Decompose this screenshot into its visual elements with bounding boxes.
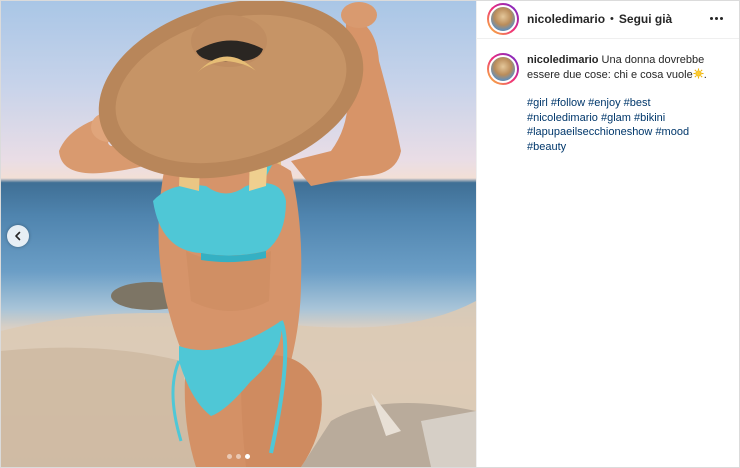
- carousel-dot-active: [245, 454, 250, 459]
- more-horizontal-icon: [710, 17, 713, 20]
- carousel-dot: [236, 454, 241, 459]
- avatar-image: [489, 55, 517, 83]
- carousel-dot: [227, 454, 232, 459]
- hashtag-link[interactable]: #bikini: [634, 112, 665, 124]
- caption-avatar[interactable]: [487, 53, 519, 85]
- caption-comment: nicoledimario Una donna dovrebbe essere d…: [477, 39, 739, 154]
- hashtag-link[interactable]: #girl: [527, 97, 548, 109]
- hashtag-link[interactable]: #follow: [551, 97, 585, 109]
- photo-scene: [1, 1, 476, 467]
- post-photo[interactable]: [1, 1, 476, 467]
- hashtag-link[interactable]: #glam: [601, 112, 631, 124]
- instagram-post: nicoledimario • Segui già nicoledimario U…: [0, 0, 740, 468]
- sun-emoji-icon: [693, 67, 704, 79]
- carousel-prev-button[interactable]: [7, 225, 29, 247]
- caption-end: .: [703, 68, 707, 81]
- following-button[interactable]: Segui già: [619, 12, 672, 26]
- chevron-left-icon: [15, 231, 21, 241]
- header-avatar[interactable]: [487, 2, 519, 35]
- caption-text-block: nicoledimario Una donna dovrebbe essere d…: [527, 53, 717, 154]
- hashtag-list: #girl #follow #enjoy #best #nicoledimari…: [527, 96, 717, 154]
- header-separator: •: [610, 12, 614, 25]
- hashtag-link[interactable]: #lapupaeilsecchioneshow: [527, 126, 652, 138]
- caption-username[interactable]: nicoledimario: [527, 54, 599, 66]
- post-sidebar: nicoledimario • Segui già nicoledimario U…: [476, 1, 739, 467]
- more-options-button[interactable]: [706, 13, 727, 24]
- header-username[interactable]: nicoledimario: [527, 12, 605, 26]
- hashtag-link[interactable]: #best: [624, 97, 651, 109]
- hashtag-link[interactable]: #enjoy: [588, 97, 620, 109]
- hashtag-link[interactable]: #mood: [655, 126, 689, 138]
- more-dot: [720, 17, 723, 20]
- avatar-image: [489, 4, 517, 33]
- post-header: nicoledimario • Segui già: [477, 0, 739, 39]
- hashtag-link[interactable]: #nicoledimario: [527, 112, 598, 124]
- carousel-indicator: [1, 454, 476, 459]
- more-dot: [715, 17, 718, 20]
- hashtag-link[interactable]: #beauty: [527, 141, 566, 153]
